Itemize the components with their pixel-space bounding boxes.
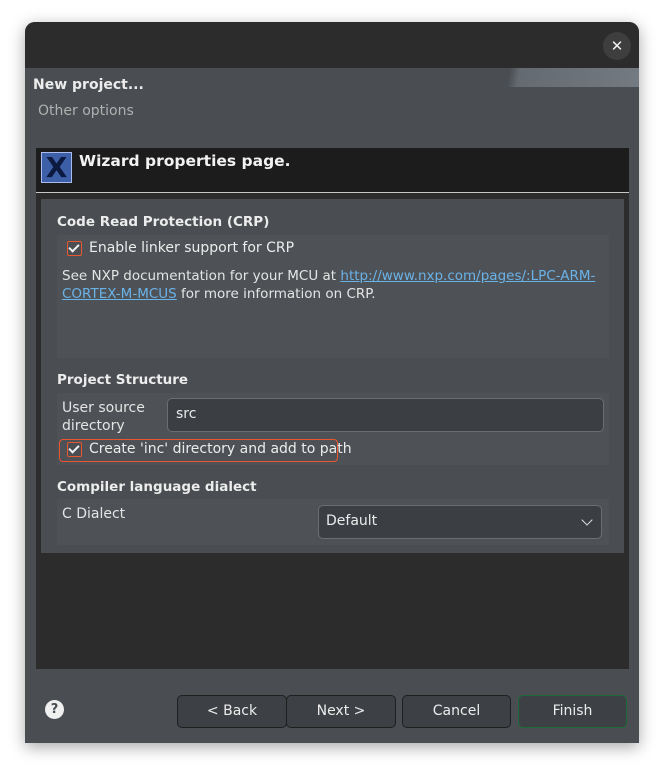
source-dir-label-line2: directory [62,418,125,434]
back-button[interactable]: < Back [177,695,287,728]
cancel-button[interactable]: Cancel [402,695,511,728]
page-subtitle: Other options [38,103,134,119]
source-dir-label-line1: User source [62,400,145,416]
close-icon[interactable]: ✕ [603,32,631,60]
crp-checkbox-label: Enable linker support for CRP [89,240,295,256]
dialect-group: C Dialect Default [57,499,609,545]
crp-group: Enable linker support for CRP See NXP do… [57,235,609,358]
source-dir-label: User source directory [62,399,145,435]
inc-checkbox-label: Create 'inc' directory and add to path [89,441,352,457]
options-panel: Code Read Protection (CRP) Enable linker… [41,199,624,553]
header-decoration [500,68,639,87]
title-bar: ✕ [25,22,639,68]
chevron-down-icon [581,514,593,526]
crp-desc-prefix: See NXP documentation for your MCU at [62,268,341,284]
new-project-dialog: ✕ New project... Other options X Wizard … [25,22,639,743]
next-button[interactable]: Next > [286,695,396,728]
finish-button[interactable]: Finish [518,695,627,728]
banner-title: Wizard properties page. [79,152,291,170]
nxp-doc-link[interactable]: http://www.nxp.com/pages/:LPC-ARM- [340,268,595,284]
source-dir-input[interactable]: src [167,398,604,432]
c-dialect-select[interactable]: Default [318,505,602,539]
page-title: New project... [33,77,144,93]
wizard-content: Code Read Protection (CRP) Enable linker… [36,193,629,669]
crp-checkbox[interactable]: Enable linker support for CRP [67,240,294,256]
nxp-doc-link-cont[interactable]: CORTEX-M-MCUS [62,286,177,302]
help-icon[interactable]: ? [45,700,64,719]
inc-checkbox[interactable]: Create 'inc' directory and add to path [67,441,352,457]
crp-section-title: Code Read Protection (CRP) [57,214,270,230]
dialect-section-title: Compiler language dialect [57,479,257,495]
c-dialect-label: C Dialect [62,506,126,522]
structure-section-title: Project Structure [57,372,189,388]
wizard-banner: X Wizard properties page. [36,148,629,193]
crp-description: See NXP documentation for your MCU at ht… [62,267,607,303]
checkbox-checked-icon[interactable] [67,441,82,457]
wizard-x-icon: X [41,152,72,183]
crp-desc-suffix: for more information on CRP. [176,286,376,302]
structure-group: User source directory src Create 'inc' d… [57,393,609,465]
checkbox-checked-icon[interactable] [67,240,82,256]
c-dialect-value: Default [326,513,378,529]
